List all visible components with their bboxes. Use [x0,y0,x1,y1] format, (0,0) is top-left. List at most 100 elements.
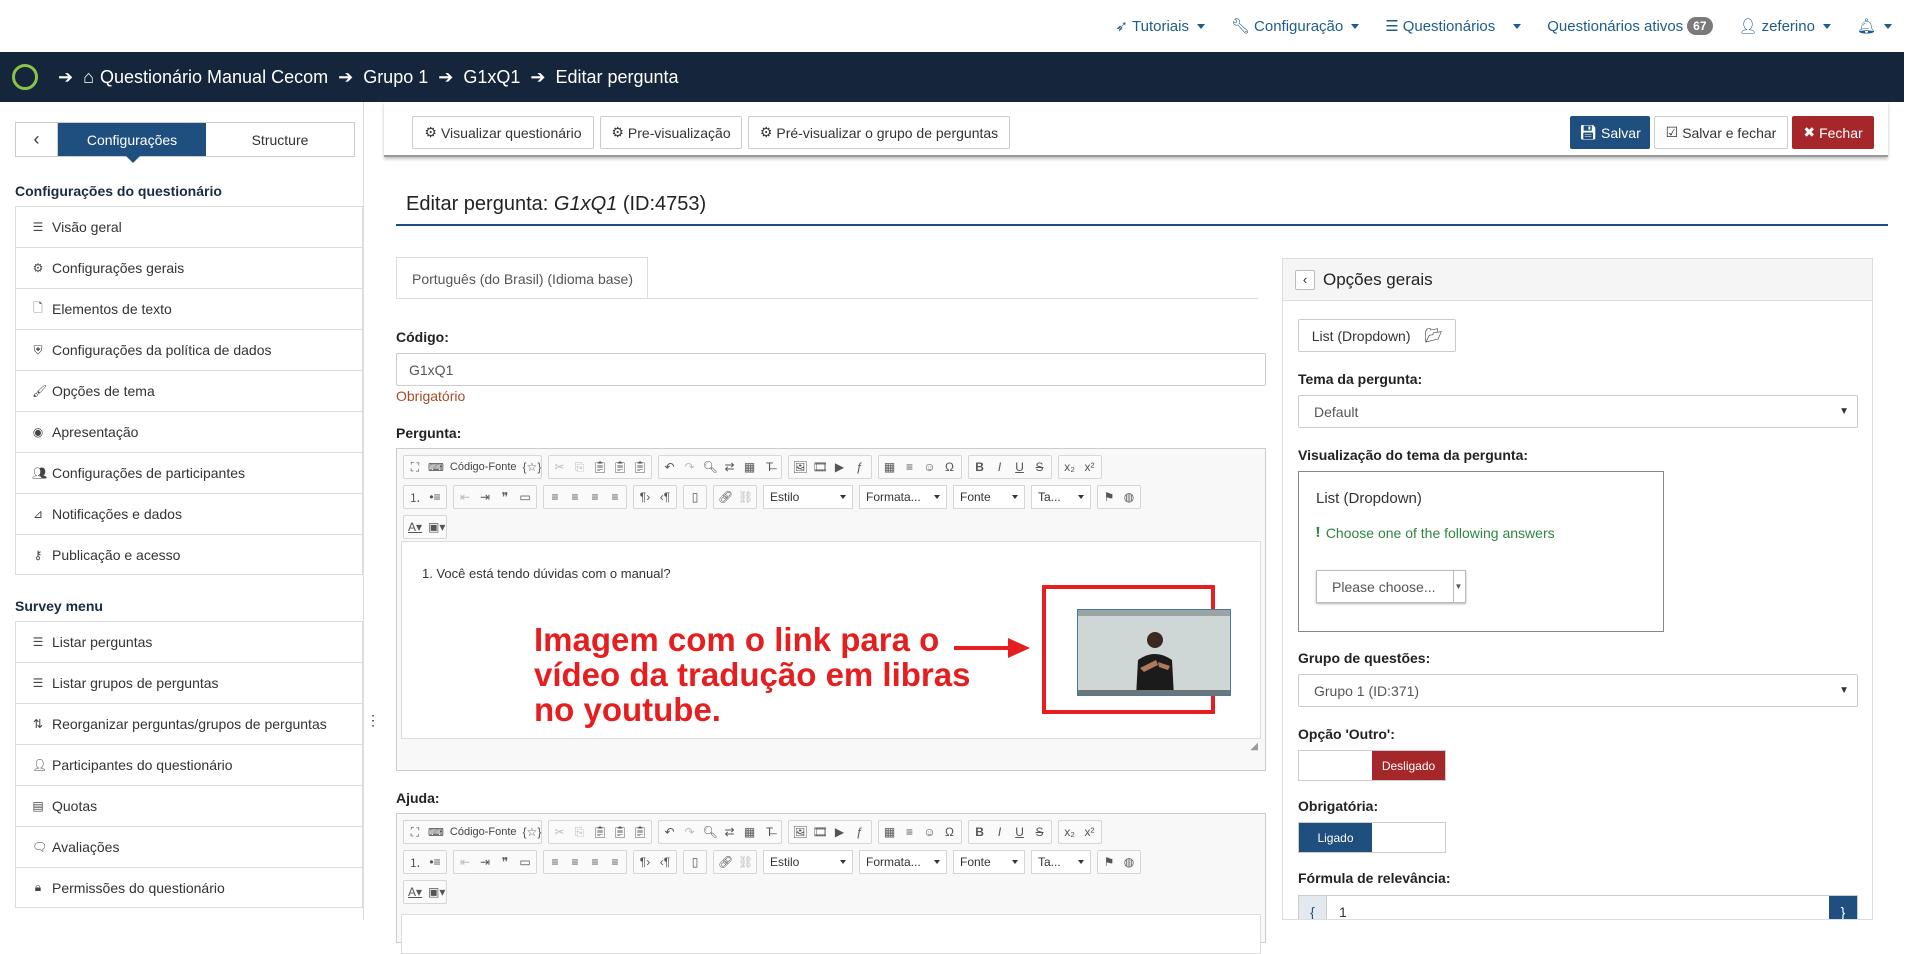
preview-group-button[interactable]: ⚙ Pré-visualizar o grupo de perguntas [748,116,1010,149]
font-dropdown[interactable]: Fonte [953,850,1025,874]
font-dropdown[interactable]: Fonte [953,485,1025,509]
div-icon[interactable]: ▭ [518,490,532,504]
close-button[interactable]: ✖ Fechar [1792,116,1874,149]
outdent-icon[interactable]: ⇤ [458,490,472,504]
nav-notifications[interactable]: 🔔︎ [1857,17,1892,35]
special-char-icon[interactable]: Ω [943,825,957,839]
save-close-button[interactable]: ☑ Salvar e fechar [1654,116,1788,149]
group-select[interactable]: Grupo 1 (ID:371) ▼ [1298,674,1858,707]
templates-icon[interactable]: ▯ [688,490,702,504]
bg-color-icon[interactable]: ▣▾ [428,885,445,899]
align-left-icon[interactable]: ≡ [548,490,562,504]
underline-icon[interactable]: U [1013,825,1027,839]
align-center-icon[interactable]: ≡ [568,490,582,504]
ltr-icon[interactable]: ¶› [638,490,652,504]
remove-format-icon[interactable]: T̶ [763,825,777,839]
flash-icon[interactable]: ƒ [853,825,867,839]
mandatory-toggle[interactable]: Ligado [1298,822,1446,853]
replace-icon[interactable]: ⇄ [723,825,737,839]
subscript-icon[interactable]: x₂ [1063,825,1077,839]
cut-icon[interactable]: ✂ [553,825,567,839]
indent-icon[interactable]: ⇥ [478,855,492,869]
breadcrumb-survey[interactable]: ⌂ Questionário Manual Cecom [83,67,328,88]
text-color-icon[interactable]: A▾ [408,885,422,899]
templates-icon[interactable]: ▯ [688,855,702,869]
collapse-panel-button[interactable]: ‹ [1295,269,1315,290]
resize-grip-icon[interactable]: ◢ [1250,741,1258,752]
settings-menu-item[interactable]: 👥︎ Configurações de participantes [15,452,363,493]
italic-icon[interactable]: I [993,825,1007,839]
align-right-icon[interactable]: ≡ [588,855,602,869]
collapse-sidebar-button[interactable]: ‹ [16,123,58,156]
format-dropdown[interactable]: Formata... [859,850,947,874]
ltr-icon[interactable]: ¶› [638,855,652,869]
question-type-button[interactable]: List (Dropdown) 📂︎ [1298,319,1456,352]
maximize-icon[interactable]: ⛶ [408,460,422,475]
copy-icon[interactable]: ⎘ [573,460,587,475]
smiley-icon[interactable]: ☺ [923,460,937,474]
copy-icon[interactable]: ⎘ [573,825,587,840]
rtl-icon[interactable]: ‹¶ [658,855,672,869]
preview-select[interactable]: Please choose... ▼ [1316,570,1466,603]
paste-word-icon[interactable]: 📋︎ [633,460,648,474]
survey-menu-item[interactable]: ▤︎ Quotas [15,785,363,826]
replace-icon[interactable]: ⇄ [723,460,737,474]
settings-menu-item[interactable]: ⊿︎ Notificações e dados [15,493,363,534]
paste-word-icon[interactable]: 📋︎ [633,825,648,839]
other-option-toggle[interactable]: Desligado [1298,750,1446,781]
settings-menu-item[interactable]: 🗋︎ Elementos de texto [15,288,363,329]
settings-menu-item[interactable]: ⛨︎ Configurações da política de dados [15,329,363,370]
image-icon[interactable]: 🖼︎ [793,825,808,839]
survey-menu-item[interactable]: 🔒︎ Permissões do questionário [15,867,363,908]
view-survey-button[interactable]: ⚙ Visualizar questionário [412,116,594,149]
numbered-list-icon[interactable]: ⒈ [408,489,422,506]
paste-icon[interactable]: 📋︎ [593,825,608,839]
align-right-icon[interactable]: ≡ [588,490,602,504]
blockquote-icon[interactable]: ❞ [498,855,512,869]
survey-menu-item[interactable]: ☰︎ Listar perguntas [15,621,363,662]
size-dropdown[interactable]: Ta... [1031,485,1091,509]
italic-icon[interactable]: I [993,460,1007,474]
relevance-input[interactable]: 1 [1327,896,1829,920]
redo-icon[interactable]: ↷ [683,460,697,474]
outdent-icon[interactable]: ⇤ [458,855,472,869]
cut-icon[interactable]: ✂ [553,460,567,474]
nav-surveys[interactable]: ☰ Questionários [1385,17,1495,36]
underline-icon[interactable]: U [1013,460,1027,474]
hr-icon[interactable]: ≡ [903,460,917,474]
table-icon[interactable]: ▦ [883,825,897,839]
settings-menu-item[interactable]: 🖌︎ Opções de tema [15,370,363,411]
special-char-icon[interactable]: Ω [943,460,957,474]
align-center-icon[interactable]: ≡ [568,855,582,869]
nav-tutorials[interactable]: ➶ Tutoriais [1115,17,1205,35]
expression-icon[interactable]: {☆} [523,460,542,474]
undo-icon[interactable]: ↶ [663,825,677,839]
unlink-icon[interactable]: ⛓ [738,855,753,869]
find-icon[interactable]: 🔍︎ [703,460,718,474]
image-icon[interactable]: 🖼︎ [793,460,808,474]
save-button[interactable]: 💾︎ Salvar [1570,116,1650,149]
smiley-icon[interactable]: ☺ [923,825,937,839]
strike-icon[interactable]: S [1033,460,1047,474]
undo-icon[interactable]: ↶ [663,460,677,474]
editor-group-source[interactable]: ⛶ ⌨ Código-Fonte {☆} [403,820,542,844]
help-content-area[interactable] [401,914,1261,954]
flash-icon[interactable]: ƒ [853,460,867,474]
play-icon[interactable]: ▶ [833,825,847,839]
question-content-area[interactable]: 1. Você está tendo dúvidas com o manual?… [401,541,1261,752]
align-left-icon[interactable]: ≡ [548,855,562,869]
globe-icon[interactable]: ◍ [1122,490,1136,504]
code-input[interactable]: G1xQ1 [396,353,1266,386]
theme-select[interactable]: Default ▼ [1298,395,1858,428]
nav-active-surveys[interactable]: Questionários ativos 67 [1547,17,1713,35]
align-justify-icon[interactable]: ≡ [608,490,622,504]
strike-icon[interactable]: S [1033,825,1047,839]
align-justify-icon[interactable]: ≡ [608,855,622,869]
numbered-list-icon[interactable]: ⒈ [408,854,422,871]
play-icon[interactable]: ▶ [833,460,847,474]
paste-icon[interactable]: 📋︎ [593,460,608,474]
tab-structure[interactable]: Structure [206,123,354,156]
settings-menu-item[interactable]: ◉︎ Apresentação [15,411,363,452]
flag-icon[interactable]: ⚑ [1102,490,1116,504]
nav-surveys-dropdown[interactable] [1509,23,1522,29]
